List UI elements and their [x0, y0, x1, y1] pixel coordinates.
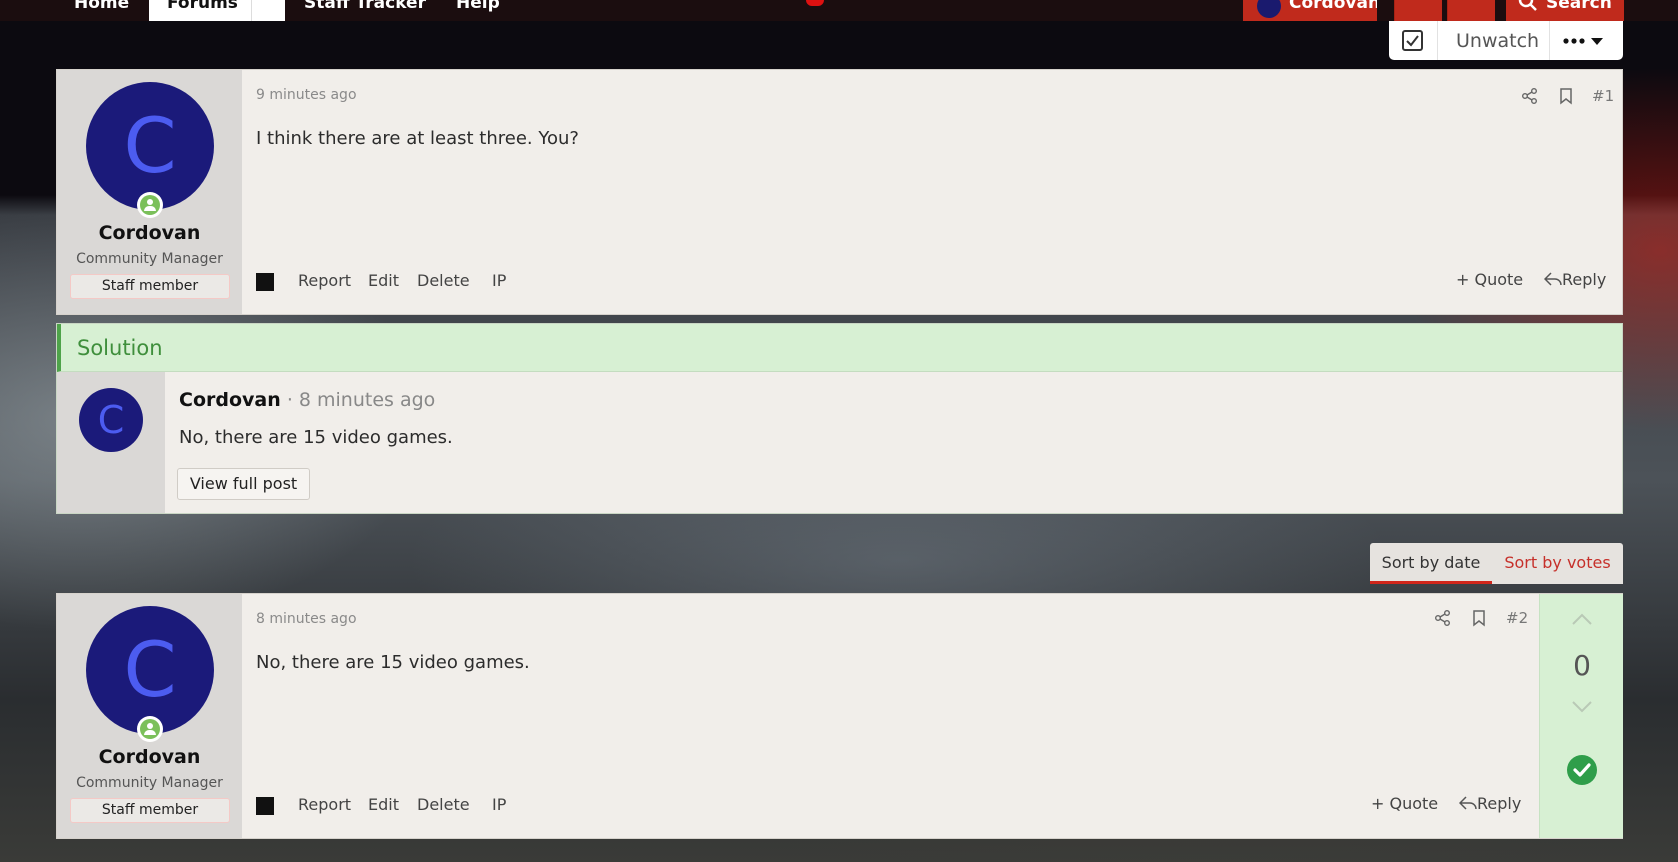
author-name[interactable]: Cordovan	[57, 746, 242, 768]
post-timestamp[interactable]: 9 minutes ago	[256, 87, 357, 103]
sort-by-date-tab[interactable]: Sort by date	[1370, 543, 1492, 584]
search-button[interactable]: Search	[1506, 0, 1624, 21]
reply-label: Reply	[1477, 794, 1522, 813]
post-author-column: C Cordovan Community Manager Staff membe…	[57, 594, 242, 838]
post-number[interactable]: #2	[1506, 609, 1528, 627]
search-icon	[1518, 0, 1537, 11]
solution-body: No, there are 15 video games.	[179, 427, 453, 448]
more-options-button[interactable]	[1561, 29, 1611, 52]
solution-heading: Solution	[77, 336, 163, 360]
reply-button[interactable]: Reply	[1543, 270, 1607, 289]
account-username: Cordovan	[1289, 0, 1377, 13]
ip-link[interactable]: IP	[492, 271, 506, 290]
solution-block: Solution C Cordovan · 8 minutes ago No, …	[56, 323, 1623, 514]
share-icon[interactable]	[1434, 609, 1452, 627]
delete-link[interactable]: Delete	[417, 271, 470, 290]
post-number[interactable]: #1	[1592, 87, 1614, 105]
user-online-icon	[137, 192, 163, 218]
quote-button[interactable]: + Quote	[1456, 270, 1523, 289]
divider	[1549, 21, 1550, 60]
bookmark-icon[interactable]	[1557, 87, 1575, 105]
view-full-post-button[interactable]: View full post	[177, 468, 310, 500]
select-post-checkbox[interactable]	[256, 797, 274, 815]
thread-watch-bar: Unwatch	[1389, 21, 1623, 60]
nav-tab-help[interactable]: Help	[456, 0, 500, 21]
sort-by-votes-tab[interactable]: Sort by votes	[1492, 543, 1623, 584]
reply-button[interactable]: Reply	[1458, 794, 1522, 813]
reply-arrow-icon	[1543, 272, 1562, 286]
select-post-checkbox[interactable]	[256, 273, 274, 291]
nav-tab-forums-label: Forums	[167, 0, 238, 13]
avatar	[1257, 0, 1281, 18]
quote-button[interactable]: + Quote	[1371, 794, 1438, 813]
check-circle-icon[interactable]	[1566, 754, 1598, 786]
avatar[interactable]: C	[86, 606, 214, 734]
vote-column: 0	[1539, 594, 1623, 838]
search-label: Search	[1546, 0, 1612, 13]
bookmark-icon[interactable]	[1470, 609, 1488, 627]
solution-time: · 8 minutes ago	[286, 389, 436, 411]
ip-link[interactable]: IP	[492, 795, 506, 814]
post-1: C Cordovan Community Manager Staff membe…	[56, 69, 1623, 315]
report-link[interactable]: Report	[298, 795, 351, 814]
divider	[1437, 21, 1438, 60]
unwatch-button[interactable]: Unwatch	[1456, 30, 1539, 52]
author-name[interactable]: Cordovan	[57, 222, 242, 244]
nav-tab-forums[interactable]: Forums	[149, 0, 285, 21]
post-body: No, there are 15 video games.	[256, 652, 530, 673]
avatar[interactable]: C	[86, 82, 214, 210]
post-timestamp[interactable]: 8 minutes ago	[256, 611, 357, 627]
top-navigation: Home Forums Staff Tracker Help Cordovan …	[0, 0, 1678, 21]
staff-badge: Staff member	[70, 798, 230, 823]
staff-badge: Staff member	[70, 274, 230, 299]
author-title: Community Manager	[76, 775, 223, 791]
share-icon[interactable]	[1521, 87, 1539, 105]
edit-link[interactable]: Edit	[368, 271, 399, 290]
post-2: C Cordovan Community Manager Staff membe…	[56, 593, 1623, 839]
checkbox-icon[interactable]	[1401, 29, 1424, 52]
solution-header: Solution	[57, 324, 1622, 372]
solution-meta: Cordovan · 8 minutes ago	[179, 389, 435, 411]
avatar[interactable]: C	[79, 388, 143, 452]
delete-link[interactable]: Delete	[417, 795, 470, 814]
nav-tab-staff-tracker[interactable]: Staff Tracker	[304, 0, 426, 21]
site-logo[interactable]	[806, 0, 824, 6]
report-link[interactable]: Report	[298, 271, 351, 290]
chevron-down-icon[interactable]	[1571, 700, 1593, 714]
reply-label: Reply	[1562, 270, 1607, 289]
account-button[interactable]: Cordovan	[1243, 0, 1377, 21]
vote-score: 0	[1573, 649, 1591, 682]
post-body: I think there are at least three. You?	[256, 128, 579, 149]
post-author-column: C Cordovan Community Manager Staff membe…	[57, 70, 242, 314]
user-online-icon	[137, 716, 163, 742]
sort-tabs: Sort by date Sort by votes	[1370, 543, 1623, 584]
author-title: Community Manager	[76, 251, 223, 267]
solution-author-column: C	[57, 372, 165, 513]
edit-link[interactable]: Edit	[368, 795, 399, 814]
reply-arrow-icon	[1458, 796, 1477, 810]
alerts-bell-icon[interactable]	[1447, 0, 1495, 21]
forums-menu-caret-icon[interactable]	[251, 0, 285, 21]
nav-tab-home[interactable]: Home	[74, 0, 129, 21]
inbox-icon[interactable]	[1394, 0, 1442, 21]
solution-author[interactable]: Cordovan	[179, 389, 281, 411]
chevron-up-icon[interactable]	[1571, 612, 1593, 626]
